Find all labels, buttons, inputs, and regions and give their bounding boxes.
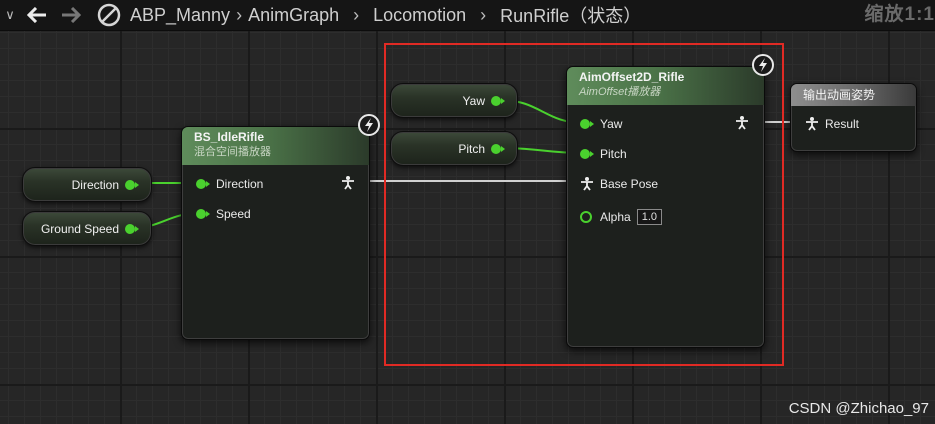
float-output-pin[interactable] bbox=[125, 223, 139, 234]
pin-label: Result bbox=[825, 117, 860, 131]
float-output-pin[interactable] bbox=[125, 179, 139, 190]
person-pose-icon bbox=[342, 176, 354, 190]
blendspace-player-node[interactable]: BS_IdleRifle 混合空间播放器 Direction Speed bbox=[181, 126, 370, 340]
person-pose-icon bbox=[806, 117, 818, 131]
input-pin-result[interactable]: Result bbox=[805, 117, 859, 131]
variable-label: Direction bbox=[71, 177, 119, 192]
pose-output-pin[interactable] bbox=[341, 176, 355, 190]
node-header: BS_IdleRifle 混合空间播放器 bbox=[182, 127, 369, 165]
node-title: BS_IdleRifle bbox=[194, 130, 265, 144]
input-pin-speed[interactable]: Speed bbox=[196, 207, 251, 221]
watermark: CSDN @Zhichao_97 bbox=[788, 400, 929, 417]
output-pose-node[interactable]: 输出动画姿势 Result bbox=[790, 83, 917, 152]
pin-label: Speed bbox=[216, 207, 251, 221]
highlight-box bbox=[384, 43, 784, 366]
node-subtitle: 混合空间播放器 bbox=[194, 146, 271, 158]
float-input-pin[interactable] bbox=[196, 179, 210, 189]
variable-direction[interactable]: Direction bbox=[22, 167, 152, 202]
input-pin-direction[interactable]: Direction bbox=[196, 177, 263, 191]
variable-label: Ground Speed bbox=[40, 221, 119, 236]
node-title: 输出动画姿势 bbox=[791, 84, 916, 106]
fast-path-bolt-icon bbox=[358, 114, 380, 136]
pin-label: Direction bbox=[216, 177, 264, 191]
variable-ground-speed[interactable]: Ground Speed bbox=[22, 211, 152, 246]
float-input-pin[interactable] bbox=[196, 209, 210, 219]
